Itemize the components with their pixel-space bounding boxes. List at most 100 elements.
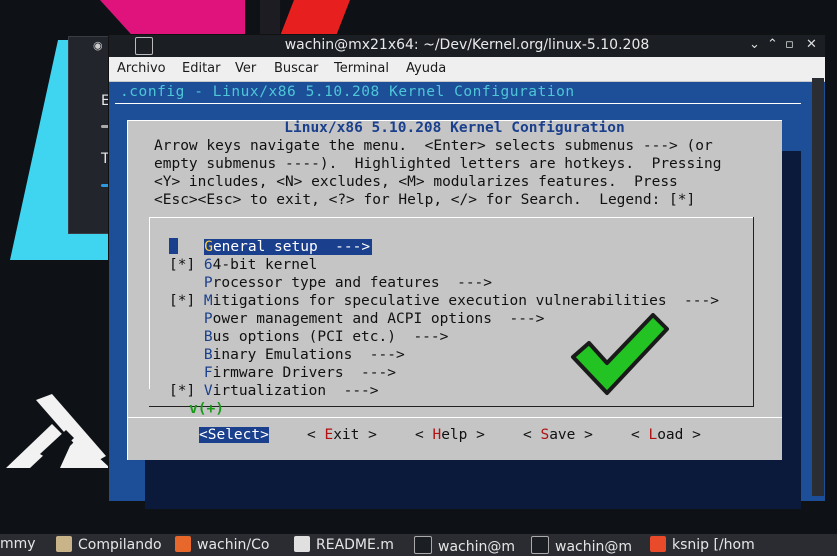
taskbar-item-label: wachin@m: [438, 539, 515, 555]
menu-ver[interactable]: Ver: [235, 61, 256, 76]
menu-item-text: eneral setup --->: [212, 239, 371, 255]
header-divider: [115, 103, 801, 104]
menu-item-text: inary Emulations --->: [212, 347, 405, 363]
button-bracket: <: [631, 427, 649, 443]
taskbar-item[interactable]: wachin@m: [414, 536, 515, 555]
text-editor-icon: [294, 536, 310, 552]
menu-item-prefix: [*]: [169, 257, 204, 273]
wallpaper-shape: [260, 0, 280, 36]
taskbar-item-label: mmy: [0, 536, 36, 552]
menu-item[interactable]: General setup --->: [169, 238, 719, 256]
taskbar-item[interactable]: ksnip [/hom: [650, 536, 755, 553]
menu-item-label: General setup --->: [204, 239, 373, 255]
menu-terminal[interactable]: Terminal: [334, 61, 389, 76]
window-title: wachin@mx21x64: ~/Dev/Kernel.org/linux-5…: [284, 37, 650, 53]
menu-item-prefix: [169, 329, 204, 345]
menu-item[interactable]: Processor type and features --->: [169, 274, 719, 292]
button-label: elect>: [216, 427, 269, 443]
help-line: <Esc><Esc> to exit, <?> for Help, </> fo…: [154, 192, 696, 208]
taskbar-item-label: Compilando: [78, 537, 162, 553]
menu-archivo[interactable]: Archivo: [117, 61, 166, 76]
menu-box-border: [753, 217, 754, 407]
menu-item-text: 4-bit kernel: [212, 257, 318, 273]
menu-buscar[interactable]: Buscar: [274, 61, 318, 76]
hotkey-letter: M: [203, 293, 213, 309]
button-hotkey: E: [324, 427, 334, 443]
taskbar-item[interactable]: wachin/Co: [175, 536, 269, 553]
taskbar-item[interactable]: mmy: [0, 536, 36, 552]
menu-item[interactable]: [*] 64-bit kernel: [169, 256, 719, 274]
menu-item-prefix: [169, 365, 204, 381]
terminal-icon: [531, 536, 549, 554]
close-icon[interactable]: ✕: [806, 37, 817, 52]
folder-icon: [56, 536, 72, 552]
dialog-title: Linux/x86 5.10.208 Kernel Configuration: [275, 120, 634, 136]
cursor-block: [169, 238, 178, 254]
hotkey-letter: G: [204, 239, 213, 255]
menu-bar: Archivo Editar Ver Buscar Terminal Ayuda: [109, 57, 825, 82]
button-label: elp >: [441, 427, 485, 443]
menu-box-border: [149, 217, 150, 389]
save-button[interactable]: < Save >: [523, 427, 593, 443]
config-header: .config - Linux/x86 5.10.208 Kernel Conf…: [120, 84, 575, 100]
wallpaper-shape: [280, 0, 350, 36]
taskbar-item-label: wachin@m: [555, 539, 632, 555]
button-hotkey: H: [432, 427, 442, 443]
taskbar-item[interactable]: wachin@m: [531, 536, 632, 555]
menu-item-label: Binary Emulations --->: [204, 347, 405, 363]
menu-item-prefix: [169, 347, 204, 363]
button-label: xit >: [333, 427, 377, 443]
menu-editar[interactable]: Editar: [182, 61, 221, 76]
load-button[interactable]: < Load >: [631, 427, 701, 443]
menu-item-label: Firmware Drivers --->: [204, 365, 396, 381]
button-bracket: <: [199, 427, 208, 443]
button-hotkey: L: [648, 427, 658, 443]
taskbar-item-label: ksnip [/hom: [672, 537, 755, 553]
button-divider: [127, 417, 782, 418]
button-bracket: <: [523, 427, 541, 443]
menu-item-text: us options (PCI etc.) --->: [212, 329, 449, 345]
hotkey-letter: 6: [203, 257, 213, 273]
taskbar-item[interactable]: README.m: [294, 536, 394, 553]
title-bar[interactable]: wachin@mx21x64: ~/Dev/Kernel.org/linux-5…: [109, 35, 825, 57]
menu-item-label: 64-bit kernel: [204, 257, 318, 273]
checkmark-icon: [571, 313, 669, 395]
terminal-window[interactable]: wachin@mx21x64: ~/Dev/Kernel.org/linux-5…: [108, 34, 826, 509]
menu-item-prefix: [169, 311, 204, 327]
minimize-icon[interactable]: ⌄: [749, 37, 760, 52]
hotkey-letter: P: [203, 275, 213, 291]
menu-box-border: [149, 217, 754, 218]
firefox-icon: [175, 536, 191, 552]
ksnip-icon: [650, 536, 666, 552]
menu-item-prefix: [*]: [169, 293, 204, 309]
restore-icon[interactable]: ▫: [785, 37, 794, 52]
menu-item-text: rocessor type and features --->: [212, 275, 493, 291]
menu-item-prefix: [178, 239, 204, 255]
scrollbar[interactable]: [812, 78, 824, 496]
taskbar-item-label: README.m: [316, 537, 394, 553]
hotkey-letter: P: [203, 311, 213, 327]
menu-item[interactable]: [*] Mitigations for speculative executio…: [169, 292, 719, 310]
menu-item-label: Virtualization --->: [204, 383, 379, 399]
select-button[interactable]: <Select>: [199, 427, 269, 443]
help-line: empty submenus ----). Highlighted letter…: [154, 156, 722, 172]
button-label: ave >: [549, 427, 593, 443]
terminal-content[interactable]: .config - Linux/x86 5.10.208 Kernel Conf…: [109, 82, 825, 509]
menu-item-label: Mitigations for speculative execution vu…: [204, 293, 719, 309]
menu-item-text: itigations for speculative execution vul…: [212, 293, 719, 309]
exit-button[interactable]: < Exit >: [307, 427, 377, 443]
hotkey-letter: B: [203, 347, 213, 363]
menu-item-label: Power management and ACPI options --->: [204, 311, 544, 327]
maximize-icon[interactable]: ⌃: [767, 37, 778, 52]
taskbar-item[interactable]: Compilando: [56, 536, 162, 553]
button-bracket: <: [307, 427, 325, 443]
menu-ayuda[interactable]: Ayuda: [406, 61, 446, 76]
button-bracket: <: [415, 427, 433, 443]
menu-item-text: ower management and ACPI options --->: [212, 311, 545, 327]
more-indicator: v(+): [189, 401, 224, 417]
menu-item-label: Bus options (PCI etc.) --->: [204, 329, 448, 345]
menu-item-prefix: [169, 275, 204, 291]
help-button[interactable]: < Help >: [415, 427, 485, 443]
hotkey-letter: F: [203, 365, 213, 381]
terminal-icon: [414, 536, 432, 554]
